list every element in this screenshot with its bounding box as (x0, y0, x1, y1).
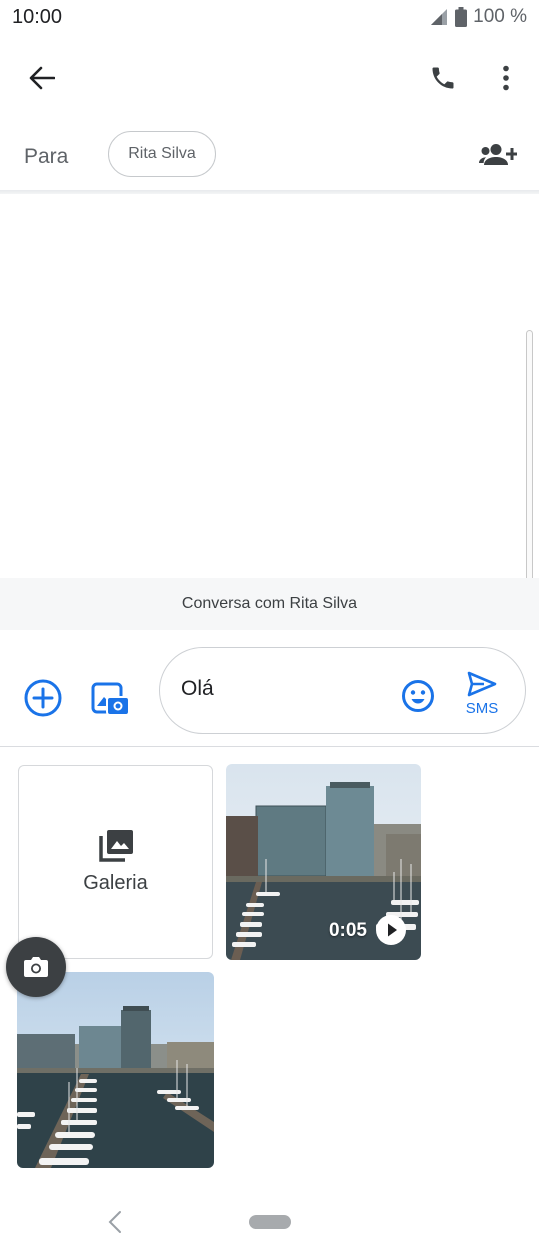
camera-icon (24, 957, 48, 977)
signal-icon (431, 9, 448, 25)
status-time: 10:00 (12, 6, 63, 28)
recipient-chip[interactable]: Rita Silva (108, 131, 216, 177)
smiley-icon (402, 680, 434, 712)
nav-back-button[interactable] (104, 1208, 126, 1236)
arrow-left-icon (29, 66, 55, 90)
phone-icon (432, 67, 454, 89)
chevron-left-icon (108, 1211, 121, 1233)
to-label: Para (24, 145, 69, 168)
gallery-label: Galeria (83, 871, 148, 894)
video-thumbnail[interactable]: 0:05 (226, 764, 421, 960)
battery-icon (455, 7, 468, 27)
add-recipient-button[interactable] (474, 136, 522, 174)
photo-library-icon (98, 829, 133, 862)
harbor-photo-image (17, 972, 214, 1168)
attach-button[interactable] (22, 677, 64, 719)
back-button[interactable] (18, 58, 66, 98)
emoji-button[interactable] (400, 678, 436, 714)
photo-thumbnail[interactable] (17, 972, 214, 1168)
message-input-text[interactable]: Olá (181, 677, 214, 701)
conversation-banner: Conversa com Rita Silva (0, 578, 539, 630)
gallery-tile[interactable]: Galeria (18, 765, 213, 959)
recipient-divider (0, 190, 539, 194)
add-circle-icon (24, 679, 62, 717)
compose-divider (0, 746, 539, 747)
camera-button[interactable] (6, 937, 66, 997)
gallery-camera-icon (91, 682, 130, 716)
play-icon (376, 915, 406, 945)
nav-home-pill[interactable] (249, 1215, 291, 1229)
media-picker-button[interactable] (88, 676, 132, 720)
send-icon (467, 671, 497, 697)
add-person-icon (479, 144, 517, 165)
status-indicators: 100 % (429, 6, 527, 28)
send-sms-button[interactable]: SMS (458, 670, 506, 726)
battery-percent: 100 % (473, 6, 527, 27)
call-button[interactable] (420, 58, 466, 98)
more-options-button[interactable] (486, 58, 526, 98)
video-duration: 0:05 (328, 920, 367, 941)
send-type-label: SMS (465, 700, 499, 717)
more-vert-icon (503, 65, 509, 91)
conversation-scrollbar[interactable] (526, 330, 533, 594)
